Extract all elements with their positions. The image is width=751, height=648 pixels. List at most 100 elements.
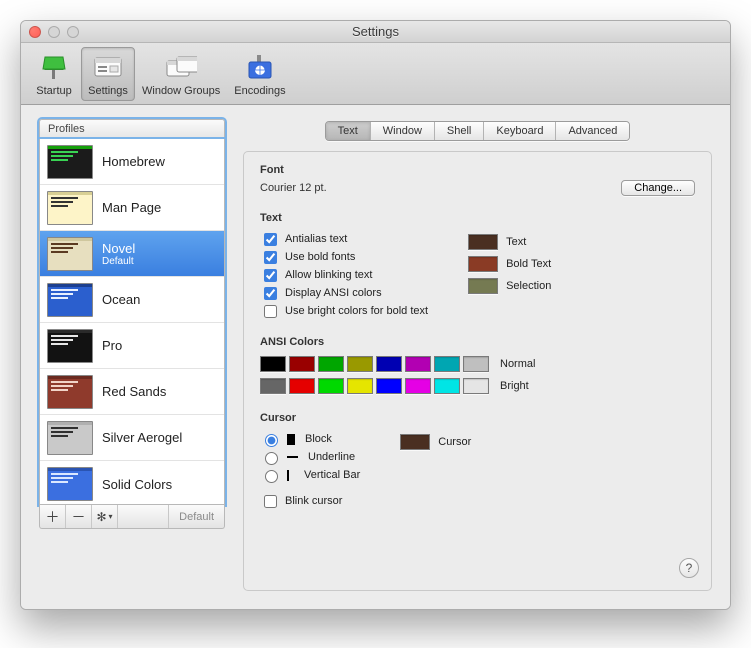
profile-name: Solid Colors [102, 477, 172, 492]
cursor-block-radio[interactable]: Block [260, 430, 360, 448]
ansi-colors-checkbox[interactable]: Display ANSI colors [260, 284, 428, 302]
profile-name: Homebrew [102, 154, 165, 169]
ansi-color-swatch[interactable] [434, 378, 460, 394]
toolbar-encodings[interactable]: Encodings [227, 47, 292, 101]
startup-icon [38, 51, 70, 83]
profile-thumbnail-icon [47, 329, 93, 363]
cursor-color-swatch[interactable] [400, 434, 430, 450]
settings-tabs: TextWindowShellKeyboardAdvanced [325, 121, 631, 141]
tab-advanced[interactable]: Advanced [556, 122, 629, 140]
change-font-button[interactable]: Change... [621, 180, 695, 196]
tab-text[interactable]: Text [326, 122, 371, 140]
profile-row-man-page[interactable]: Man Page [40, 185, 224, 231]
bold-text-color-label: Bold Text [506, 258, 551, 270]
ansi-color-swatch[interactable] [405, 378, 431, 394]
ansi-color-swatch[interactable] [289, 356, 315, 372]
profile-actions-button[interactable]: ✻▾ [92, 505, 118, 528]
ansi-color-swatch[interactable] [289, 378, 315, 394]
ansi-section-title: ANSI Colors [260, 336, 695, 348]
profiles-footer: ＋ － ✻▾ Default [39, 505, 225, 529]
window-groups-icon [165, 51, 197, 83]
block-cursor-icon [287, 434, 295, 445]
help-icon: ? [686, 561, 693, 575]
profile-name: Ocean [102, 292, 140, 307]
ansi-color-swatch[interactable] [347, 378, 373, 394]
toolbar-label: Settings [88, 85, 128, 97]
ansi-row-label: Normal [500, 358, 535, 370]
ansi-color-swatch[interactable] [463, 378, 489, 394]
profile-name: Silver Aerogel [102, 430, 182, 445]
bold-fonts-checkbox[interactable]: Use bold fonts [260, 248, 428, 266]
settings-icon [92, 51, 124, 83]
ansi-color-swatch[interactable] [347, 356, 373, 372]
profile-row-ocean[interactable]: Ocean [40, 277, 224, 323]
add-profile-button[interactable]: ＋ [40, 505, 66, 528]
profile-thumbnail-icon [47, 237, 93, 271]
settings-pane: TextWindowShellKeyboardAdvanced Font Cou… [243, 119, 712, 591]
encodings-icon [244, 51, 276, 83]
settings-window: Settings Startup Settings Window Groups … [20, 20, 731, 610]
profiles-list[interactable]: Homebrew Man Page NovelDefault Ocean Pro Red … [39, 139, 225, 505]
chevron-down-icon: ▾ [109, 512, 113, 521]
tab-window[interactable]: Window [371, 122, 435, 140]
profile-name: Man Page [102, 200, 161, 215]
toolbar: Startup Settings Window Groups Encodings [21, 43, 730, 105]
cursor-vertical-bar-radio[interactable]: Vertical Bar [260, 466, 360, 484]
underline-cursor-icon [287, 456, 298, 458]
vertical-bar-cursor-icon [287, 470, 289, 481]
ansi-color-swatch[interactable] [434, 356, 460, 372]
profile-thumbnail-icon [47, 191, 93, 225]
toolbar-startup[interactable]: Startup [27, 47, 81, 101]
zoom-icon[interactable] [67, 26, 79, 38]
toolbar-label: Window Groups [142, 85, 220, 97]
toolbar-window-groups[interactable]: Window Groups [135, 47, 227, 101]
ansi-color-swatch[interactable] [318, 356, 344, 372]
set-default-button[interactable]: Default [168, 505, 224, 528]
ansi-color-swatch[interactable] [405, 356, 431, 372]
profiles-column: Profiles HomebrewMan PageNovelDefaultOce… [39, 119, 225, 591]
profile-name: Red Sands [102, 384, 166, 399]
cursor-section-title: Cursor [260, 412, 695, 424]
ansi-color-swatch[interactable] [376, 378, 402, 394]
profile-name: Novel [102, 241, 135, 256]
antialias-checkbox[interactable]: Antialias text [260, 230, 428, 248]
tab-shell[interactable]: Shell [435, 122, 484, 140]
profile-name: Pro [102, 338, 122, 353]
profile-row-homebrew[interactable]: Homebrew [40, 139, 224, 185]
profile-row-novel[interactable]: NovelDefault [40, 231, 224, 277]
selection-color-label: Selection [506, 280, 551, 292]
toolbar-settings[interactable]: Settings [81, 47, 135, 101]
profile-thumbnail-icon [47, 145, 93, 179]
profile-thumbnail-icon [47, 375, 93, 409]
titlebar: Settings [21, 21, 730, 43]
minimize-icon[interactable] [48, 26, 60, 38]
text-color-swatch[interactable] [468, 234, 498, 250]
profile-row-solid-colors[interactable]: Solid Colors [40, 461, 224, 505]
blink-cursor-checkbox[interactable]: Blink cursor [260, 492, 360, 510]
ansi-normal-row: Normal [260, 354, 695, 374]
ansi-color-swatch[interactable] [376, 356, 402, 372]
blinking-text-checkbox[interactable]: Allow blinking text [260, 266, 428, 284]
ansi-row-label: Bright [500, 380, 529, 392]
close-icon[interactable] [29, 26, 41, 38]
bright-bold-checkbox[interactable]: Use bright colors for bold text [260, 302, 428, 320]
profile-subtitle: Default [102, 256, 135, 267]
ansi-color-swatch[interactable] [260, 356, 286, 372]
ansi-color-swatch[interactable] [260, 378, 286, 394]
bold-text-color-swatch[interactable] [468, 256, 498, 272]
help-button[interactable]: ? [679, 558, 699, 578]
profiles-header[interactable]: Profiles [39, 119, 225, 139]
tab-keyboard[interactable]: Keyboard [484, 122, 556, 140]
profile-row-pro[interactable]: Pro [40, 323, 224, 369]
ansi-color-swatch[interactable] [318, 378, 344, 394]
cursor-underline-radio[interactable]: Underline [260, 448, 360, 466]
profile-thumbnail-icon [47, 467, 93, 501]
text-color-label: Text [506, 236, 526, 248]
ansi-color-swatch[interactable] [463, 356, 489, 372]
profile-row-red-sands[interactable]: Red Sands [40, 369, 224, 415]
profile-row-silver-aerogel[interactable]: Silver Aerogel [40, 415, 224, 461]
toolbar-label: Startup [36, 85, 71, 97]
font-description: Courier 12 pt. [260, 182, 327, 194]
remove-profile-button[interactable]: － [66, 505, 92, 528]
selection-color-swatch[interactable] [468, 278, 498, 294]
